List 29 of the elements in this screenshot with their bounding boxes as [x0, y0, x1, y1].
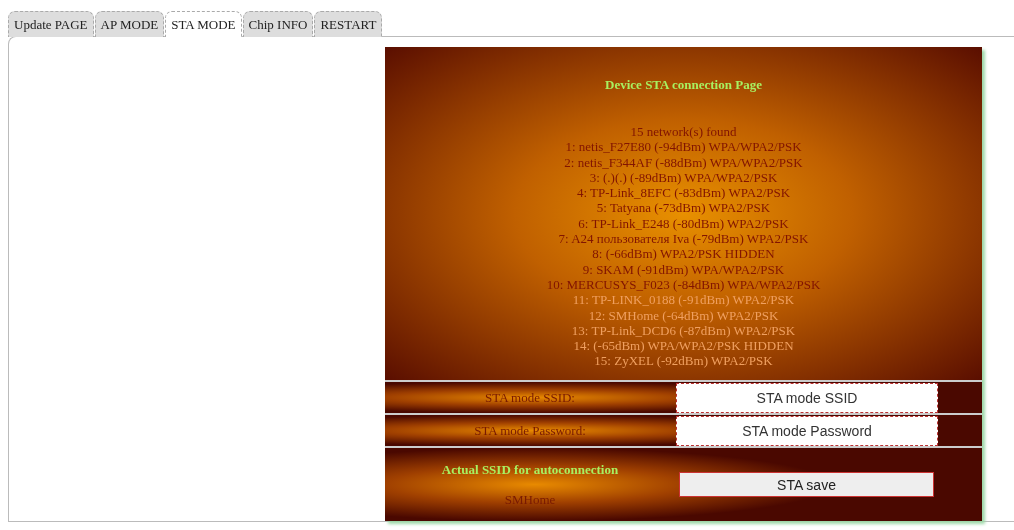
input-field[interactable]: STA mode Password — [676, 415, 938, 446]
network-item: 5: Tatyana (-73dBm) WPA2/PSK — [596, 200, 771, 216]
tab[interactable]: STA MODE — [165, 11, 242, 37]
panel-title: Device STA connection Page — [605, 77, 762, 93]
network-item: 1: netis_F27E80 (-94dBm) WPA/WPA2/PSK — [565, 139, 802, 155]
field-label: STA mode SSID: — [485, 389, 575, 406]
network-item: 3: (.)(.) (-89dBm) WPA/WPA2/PSK — [589, 169, 778, 186]
network-item: 13: TP-Link_DCD6 (-87dBm) WPA2/PSK — [571, 322, 796, 339]
network-item: 10: MERCUSYS_F023 (-84dBm) WPA/WPA2/PSK — [546, 276, 821, 293]
tab[interactable]: AP MODE — [94, 11, 165, 37]
network-count: 15 network(s) found — [630, 124, 737, 140]
field-label: STA mode Password: — [474, 422, 586, 439]
save-button[interactable]: STA save — [679, 472, 934, 497]
actual-ssid: SMHome — [504, 491, 556, 508]
network-item: 8: (-66dBm) WPA2/PSK HIDDEN — [592, 246, 775, 262]
actual-ssid-title: Actual SSID for autoconnection — [441, 461, 619, 478]
input-field[interactable]: STA mode SSID — [676, 382, 938, 413]
network-item: 12: SMHome (-64dBm) WPA2/PSK — [588, 307, 779, 323]
network-item: 15: ZyXEL (-92dBm) WPA2/PSK — [594, 353, 773, 369]
network-item: 11: TP-LINK_0188 (-91dBm) WPA2/PSK — [572, 292, 795, 308]
network-item: 6: TP-Link_E248 (-80dBm) WPA2/PSK — [578, 215, 789, 232]
tab[interactable]: Update PAGE — [8, 11, 94, 37]
network-item: 9: SKAM (-91dBm) WPA/WPA2/PSK — [582, 261, 785, 277]
tab[interactable]: Chip INFO — [242, 11, 314, 37]
network-item: 2: netis_F344AF (-88dBm) WPA/WPA2/PSK — [564, 154, 803, 170]
network-item: 14: (-65dBm) WPA/WPA2/PSK HIDDEN — [573, 338, 794, 354]
network-item: 7: A24 пользователя Iva (-79dBm) WPA2/PSK — [558, 231, 809, 247]
network-item: 4: TP-Link_8EFC (-83dBm) WPA2/PSK — [576, 185, 791, 201]
tab[interactable]: RESTART — [314, 11, 383, 37]
